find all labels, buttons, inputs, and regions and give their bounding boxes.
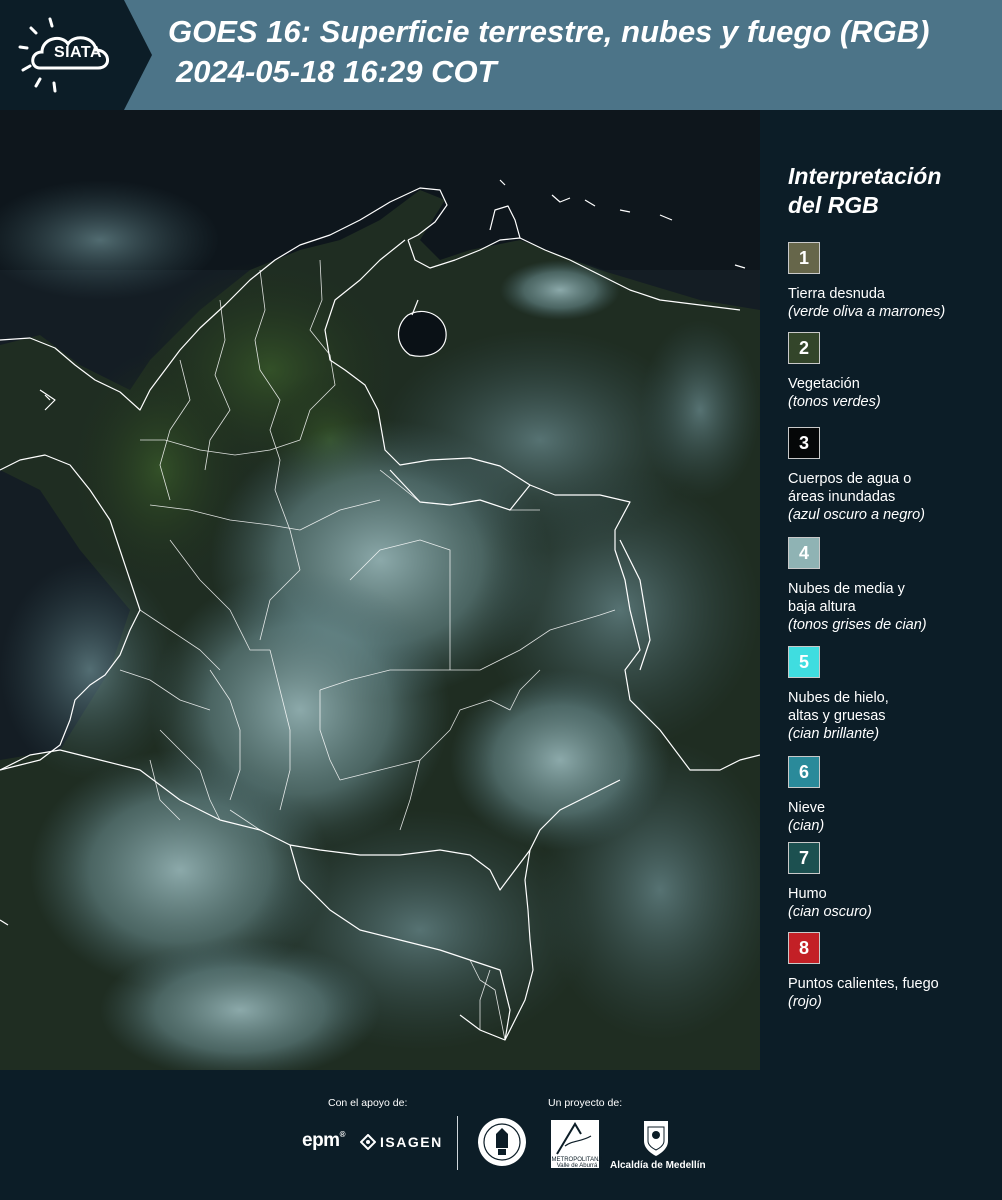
legend-item-description: (cian)	[788, 818, 825, 834]
legend-item-label: Vegetación	[788, 375, 998, 393]
area-metropolitana-text: METROPOLITANA Valle de Aburrá	[551, 1157, 603, 1169]
satellite-image	[0, 110, 760, 1070]
legend-item-label: Humo	[788, 885, 998, 903]
project-label: Un proyecto de:	[548, 1097, 623, 1109]
legend-item-6: 6 Nieve (cian)	[788, 756, 998, 835]
legend-item-description: (cian oscuro)	[788, 904, 872, 920]
legend-item-label-line: Vegetación	[788, 376, 860, 392]
legend-item-description: (cian brillante)	[788, 726, 880, 742]
legend-item-1: 1 Tierra desnuda (verde oliva a marrones)	[788, 242, 998, 321]
legend-item-label-line: Nubes de hielo,	[788, 690, 889, 706]
legend-item-description: (rojo)	[788, 994, 822, 1010]
footer: Con el apoyo de: Un proyecto de: epm® IS…	[0, 1070, 1002, 1200]
alcaldia-logo-text: Alcaldía de Medellín	[610, 1160, 706, 1171]
legend-swatch: 6	[788, 756, 820, 788]
legend-item-label-line: áreas inundadas	[788, 489, 896, 505]
legend-item-7: 7 Humo (cian oscuro)	[788, 842, 998, 921]
legend-item-8: 8 Puntos calientes, fuego (rojo)	[788, 932, 998, 1011]
legend-title: Interpretación del RGB	[788, 162, 988, 220]
siata-logo: SIATA	[0, 0, 152, 110]
legend-title-line2: del RGB	[788, 192, 879, 218]
legend-item-description: (verde oliva a marrones)	[788, 304, 946, 320]
legend-swatch: 5	[788, 646, 820, 678]
support-label: Con el apoyo de:	[328, 1097, 408, 1109]
area-metropolitana-icon	[556, 1122, 592, 1155]
epm-logo: epm®	[302, 1130, 346, 1152]
legend-title-line1: Interpretación	[788, 163, 942, 189]
legend-item-label-line: Humo	[788, 886, 827, 902]
legend-item-label: Puntos calientes, fuego	[788, 975, 998, 993]
satellite-map[interactable]	[0, 110, 760, 1070]
legend-item-label-line: altas y gruesas	[788, 708, 886, 724]
legend-item-label: Nubes de media y baja altura	[788, 580, 998, 616]
legend-item-label: Nubes de hielo, altas y gruesas	[788, 689, 998, 725]
medellin-seal-icon	[478, 1118, 526, 1166]
legend-item-label: Tierra desnuda	[788, 285, 998, 303]
page-timestamp: 2024-05-18 16:29 COT	[176, 54, 497, 89]
legend-item-label-line: baja altura	[788, 599, 856, 615]
isagen-logo: ISAGEN	[360, 1132, 443, 1152]
page-title: GOES 16: Superficie terrestre, nubes y f…	[168, 14, 930, 49]
legend-item-5: 5 Nubes de hielo, altas y gruesas (cian bri…	[788, 646, 998, 743]
legend-swatch: 4	[788, 537, 820, 569]
legend-item-label-line: Puntos calientes, fuego	[788, 976, 939, 992]
legend-item-3: 3 Cuerpos de agua o áreas inundadas (azul o…	[788, 427, 998, 524]
area-metropolitana-sub2: Valle de Aburrá	[556, 1163, 598, 1169]
legend-item-2: 2 Vegetación (tonos verdes)	[788, 332, 998, 411]
legend-item-label-line: Nubes de media y	[788, 581, 905, 597]
legend-panel: Interpretación del RGB 1 Tierra desnuda (v…	[760, 110, 1002, 1070]
header-bar: SIATA GOES 16: Superficie terrestre, nub…	[0, 0, 1002, 110]
legend-item-label: Nieve	[788, 799, 998, 817]
legend-swatch: 2	[788, 332, 820, 364]
legend-item-4: 4 Nubes de media y baja altura (tonos grise…	[788, 537, 998, 634]
legend-item-label: Cuerpos de agua o áreas inundadas	[788, 470, 998, 506]
legend-item-description: (azul oscuro a negro)	[788, 507, 926, 523]
epm-logo-text: epm	[302, 1130, 340, 1151]
registered-mark: ®	[339, 1130, 346, 1139]
legend-swatch: 8	[788, 932, 820, 964]
legend-item-label-line: Cuerpos de agua o	[788, 471, 912, 487]
legend-item-label-line: Tierra desnuda	[788, 286, 885, 302]
legend-item-description: (tonos verdes)	[788, 394, 881, 410]
isagen-icon	[360, 1134, 376, 1150]
alcaldia-shield-icon	[644, 1121, 668, 1156]
isagen-logo-text: ISAGEN	[380, 1134, 443, 1150]
footer-divider	[457, 1116, 458, 1170]
legend-swatch: 7	[788, 842, 820, 874]
legend-item-label-line: Nieve	[788, 800, 826, 816]
legend-swatch: 3	[788, 427, 820, 459]
siata-logo-text: SIATA	[53, 44, 103, 61]
legend-swatch: 1	[788, 242, 820, 274]
legend-item-description: (tonos grises de cian)	[788, 617, 927, 633]
